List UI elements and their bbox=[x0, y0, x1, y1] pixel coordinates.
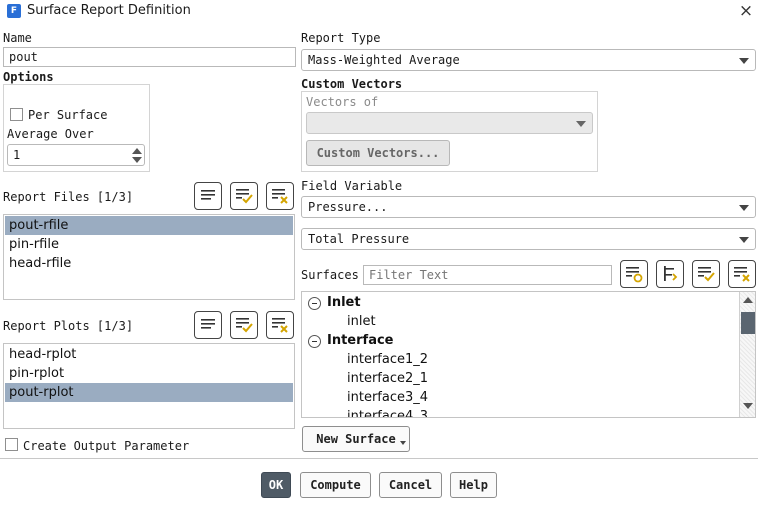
tree-group-interface[interactable]: Interface bbox=[327, 333, 394, 348]
divider bbox=[0, 458, 758, 459]
surfaces-label: Surfaces bbox=[301, 268, 359, 282]
tree-group-inlet[interactable]: Inlet bbox=[327, 295, 361, 310]
list-item[interactable]: head-rfile bbox=[5, 254, 293, 273]
report-files-list[interactable]: pout-rfile pin-rfile head-rfile bbox=[3, 214, 295, 300]
surfaces-group-button[interactable] bbox=[656, 260, 684, 288]
help-button[interactable]: Help bbox=[450, 472, 497, 498]
scroll-down-icon[interactable] bbox=[743, 403, 753, 409]
field-variable-label: Field Variable bbox=[301, 179, 403, 193]
vectors-of-label: Vectors of bbox=[306, 95, 379, 109]
surfaces-scrollbar[interactable] bbox=[739, 292, 755, 417]
list-item[interactable]: pin-rplot bbox=[5, 364, 293, 383]
tree-item[interactable]: interface4_3 bbox=[347, 409, 428, 417]
new-surface-button[interactable]: New Surface bbox=[302, 426, 410, 452]
list-clear-icon bbox=[734, 267, 750, 282]
cancel-button[interactable]: Cancel bbox=[379, 472, 442, 498]
field-variable-quantity-dropdown[interactable]: Total Pressure bbox=[301, 228, 756, 250]
list-check-icon bbox=[698, 267, 715, 282]
report-type-label: Report Type bbox=[301, 31, 381, 45]
check-plots-button[interactable] bbox=[230, 311, 258, 339]
field-variable-category-dropdown[interactable]: Pressure... bbox=[301, 196, 756, 218]
spinner-down-icon[interactable] bbox=[132, 157, 142, 163]
tree-item[interactable]: interface1_2 bbox=[347, 352, 428, 367]
average-over-spinner[interactable]: 1 bbox=[7, 144, 145, 166]
close-icon[interactable]: × bbox=[737, 2, 755, 20]
list-filter-icon bbox=[626, 267, 643, 283]
chevron-down-icon bbox=[576, 121, 586, 127]
surfaces-clear-button[interactable] bbox=[728, 260, 756, 288]
spinner-up-icon[interactable] bbox=[132, 148, 142, 154]
list-check-icon bbox=[236, 318, 253, 333]
surfaces-tree[interactable]: Inlet inlet Interface interface1_2 inter… bbox=[301, 291, 756, 418]
window-title: Surface Report Definition bbox=[27, 3, 191, 18]
chevron-down-icon bbox=[400, 441, 406, 445]
chevron-down-icon bbox=[739, 58, 749, 64]
surfaces-select-button[interactable] bbox=[620, 260, 648, 288]
per-surface-checkbox[interactable] bbox=[10, 108, 23, 121]
clear-plots-button[interactable] bbox=[266, 311, 294, 339]
vectors-of-dropdown[interactable] bbox=[306, 112, 593, 134]
list-item[interactable]: head-rplot bbox=[5, 345, 293, 364]
list-item[interactable]: pin-rfile bbox=[5, 235, 293, 254]
custom-vectors-button[interactable]: Custom Vectors... bbox=[306, 140, 450, 166]
clear-files-button[interactable] bbox=[266, 182, 294, 210]
collapse-icon[interactable] bbox=[308, 335, 321, 348]
report-type-dropdown[interactable]: Mass-Weighted Average bbox=[301, 49, 756, 71]
field-variable-category-value: Pressure... bbox=[308, 200, 388, 214]
list-item[interactable]: pout-rfile bbox=[5, 216, 293, 235]
list-clear-icon bbox=[272, 189, 288, 204]
surfaces-filter-input[interactable] bbox=[363, 265, 612, 285]
collapse-icon[interactable] bbox=[308, 297, 321, 310]
report-plots-label: Report Plots [1/3] bbox=[3, 319, 134, 333]
report-type-value: Mass-Weighted Average bbox=[308, 53, 460, 67]
tree-item[interactable]: interface3_4 bbox=[347, 390, 428, 405]
compute-button[interactable]: Compute bbox=[300, 472, 371, 498]
field-variable-quantity-value: Total Pressure bbox=[308, 232, 410, 246]
title-bar: F Surface Report Definition × bbox=[0, 0, 758, 24]
group-icon bbox=[664, 266, 678, 281]
select-all-files-button[interactable] bbox=[194, 182, 222, 210]
report-files-label: Report Files [1/3] bbox=[3, 190, 134, 204]
list-check-icon bbox=[236, 189, 253, 204]
new-surface-label: New Surface bbox=[316, 432, 396, 446]
list-item[interactable]: pout-rplot bbox=[5, 383, 293, 402]
check-files-button[interactable] bbox=[230, 182, 258, 210]
tree-item[interactable]: interface2_1 bbox=[347, 371, 428, 386]
create-output-parameter-checkbox[interactable] bbox=[5, 438, 18, 451]
chevron-down-icon bbox=[739, 237, 749, 243]
per-surface-label: Per Surface bbox=[28, 108, 108, 122]
create-output-parameter-label: Create Output Parameter bbox=[23, 439, 190, 453]
list-clear-icon bbox=[272, 318, 288, 333]
tree-item[interactable]: inlet bbox=[347, 314, 376, 329]
list-icon bbox=[201, 190, 215, 200]
average-over-label: Average Over bbox=[7, 127, 94, 141]
app-icon: F bbox=[7, 4, 21, 18]
list-icon bbox=[201, 319, 215, 329]
options-label: Options bbox=[3, 70, 54, 84]
select-all-plots-button[interactable] bbox=[194, 311, 222, 339]
average-over-value: 1 bbox=[13, 148, 21, 162]
surfaces-check-button[interactable] bbox=[692, 260, 720, 288]
name-field[interactable]: pout bbox=[3, 47, 296, 67]
scroll-up-icon[interactable] bbox=[743, 297, 753, 303]
report-plots-list[interactable]: head-rplot pin-rplot pout-rplot bbox=[3, 343, 295, 429]
ok-button[interactable]: OK bbox=[261, 472, 291, 498]
scroll-thumb[interactable] bbox=[741, 312, 755, 334]
name-label: Name bbox=[3, 31, 32, 45]
chevron-down-icon bbox=[739, 205, 749, 211]
custom-vectors-label: Custom Vectors bbox=[301, 77, 403, 91]
